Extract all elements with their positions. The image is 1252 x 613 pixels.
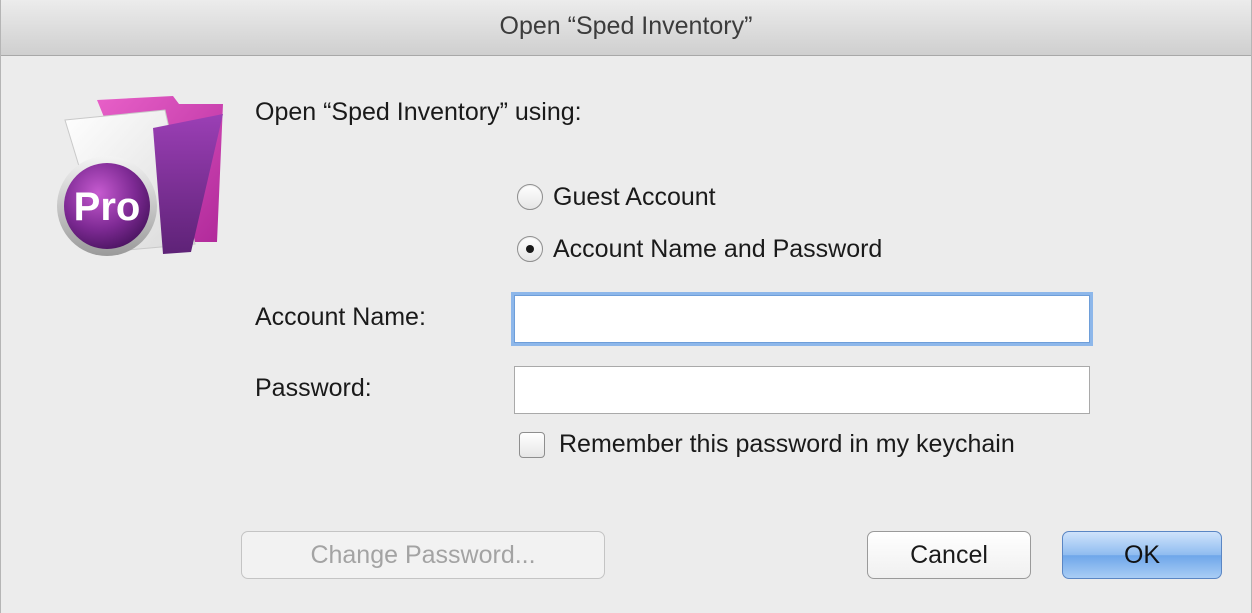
account-name-password-label: Account Name and Password bbox=[553, 234, 883, 263]
change-password-button[interactable]: Change Password... bbox=[241, 531, 605, 579]
guest-account-radio[interactable] bbox=[517, 184, 543, 210]
guest-account-option[interactable]: Guest Account bbox=[517, 179, 716, 215]
guest-account-label: Guest Account bbox=[553, 182, 716, 211]
account-name-input[interactable] bbox=[514, 295, 1090, 343]
password-label: Password: bbox=[255, 374, 372, 402]
ok-button[interactable]: OK bbox=[1062, 531, 1222, 579]
open-prompt: Open “Sped Inventory” using: bbox=[255, 98, 582, 126]
remember-password-option[interactable]: Remember this password in my keychain bbox=[519, 430, 1015, 459]
window-title: Open “Sped Inventory” bbox=[499, 12, 753, 40]
remember-password-checkbox[interactable] bbox=[519, 431, 545, 458]
account-name-label: Account Name: bbox=[255, 303, 426, 331]
filemaker-pro-icon-graphic: Pro bbox=[57, 96, 223, 256]
filemaker-pro-icon: Pro bbox=[45, 92, 235, 262]
account-name-password-option[interactable]: Account Name and Password bbox=[517, 231, 882, 267]
pro-badge-text: Pro bbox=[74, 185, 141, 229]
dialog-window: Open “Sped Inventory” Pro Open “Sped Inv… bbox=[0, 0, 1252, 613]
account-name-password-radio[interactable] bbox=[517, 236, 543, 262]
password-input[interactable] bbox=[514, 366, 1090, 414]
remember-password-label: Remember this password in my keychain bbox=[559, 430, 1015, 458]
title-bar[interactable]: Open “Sped Inventory” bbox=[1, 0, 1251, 56]
cancel-button[interactable]: Cancel bbox=[867, 531, 1031, 579]
